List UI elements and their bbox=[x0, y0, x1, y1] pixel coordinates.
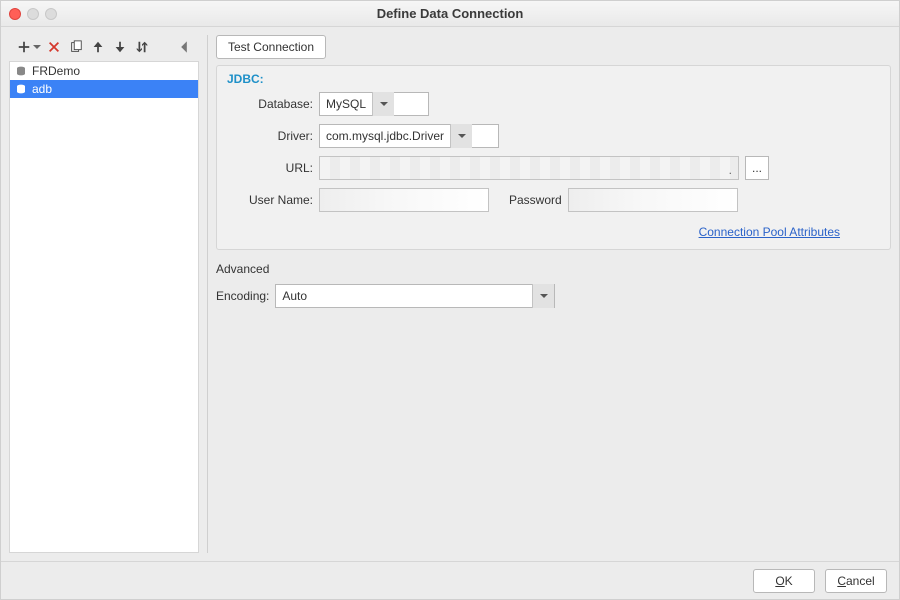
minimize-window-icon bbox=[27, 8, 39, 20]
ok-button[interactable]: OK bbox=[753, 569, 815, 593]
encoding-select[interactable]: Auto bbox=[275, 284, 555, 308]
add-dropdown-icon[interactable] bbox=[32, 37, 42, 57]
window-controls bbox=[9, 8, 57, 20]
test-connection-button[interactable]: Test Connection bbox=[216, 35, 326, 59]
url-input[interactable]: . bbox=[319, 156, 739, 180]
zoom-window-icon bbox=[45, 8, 57, 20]
sort-button[interactable] bbox=[132, 37, 152, 57]
url-more-button[interactable]: ... bbox=[745, 156, 769, 180]
move-up-button[interactable] bbox=[88, 37, 108, 57]
database-select-value: MySQL bbox=[326, 97, 366, 111]
list-item-label: FRDemo bbox=[32, 64, 80, 78]
right-panel: Test Connection JDBC: Database: MySQL Dr… bbox=[216, 35, 891, 553]
driver-select[interactable]: com.mysql.jdbc.Driver bbox=[319, 124, 499, 148]
url-label: URL: bbox=[227, 161, 313, 175]
cancel-button[interactable]: Cancel bbox=[825, 569, 887, 593]
database-select[interactable]: MySQL bbox=[319, 92, 429, 116]
delete-button[interactable] bbox=[44, 37, 64, 57]
username-label: User Name: bbox=[227, 193, 313, 207]
driver-select-value: com.mysql.jdbc.Driver bbox=[326, 129, 444, 143]
list-item[interactable]: FRDemo bbox=[10, 62, 198, 80]
connection-list[interactable]: FRDemo adb bbox=[9, 61, 199, 553]
driver-label: Driver: bbox=[227, 129, 313, 143]
username-input[interactable] bbox=[319, 188, 489, 212]
database-label: Database: bbox=[227, 97, 313, 111]
jdbc-section-title: JDBC: bbox=[227, 72, 880, 86]
add-button[interactable] bbox=[14, 37, 34, 57]
advanced-label: Advanced bbox=[216, 262, 891, 276]
jdbc-section: JDBC: Database: MySQL Driver: com.mysql.… bbox=[216, 65, 891, 250]
chevron-down-icon bbox=[372, 92, 394, 116]
dialog-body: FRDemo adb Test Connection JDBC: D bbox=[1, 27, 899, 561]
move-down-button[interactable] bbox=[110, 37, 130, 57]
chevron-down-icon bbox=[532, 284, 554, 308]
list-item-label: adb bbox=[32, 82, 52, 96]
window-title: Define Data Connection bbox=[57, 6, 843, 21]
connection-toolbar bbox=[9, 35, 199, 59]
copy-button[interactable] bbox=[66, 37, 86, 57]
list-item[interactable]: adb bbox=[10, 80, 198, 98]
password-label: Password bbox=[509, 193, 562, 207]
dialog-footer: OK Cancel bbox=[1, 561, 899, 599]
database-icon bbox=[16, 84, 26, 94]
left-panel: FRDemo adb bbox=[9, 35, 199, 553]
close-window-icon[interactable] bbox=[9, 8, 21, 20]
titlebar: Define Data Connection bbox=[1, 1, 899, 27]
panel-menu-icon[interactable] bbox=[174, 37, 194, 57]
encoding-label: Encoding: bbox=[216, 289, 269, 303]
chevron-down-icon bbox=[450, 124, 472, 148]
password-input[interactable] bbox=[568, 188, 738, 212]
splitter[interactable] bbox=[207, 35, 208, 553]
encoding-select-value: Auto bbox=[282, 289, 307, 303]
connection-pool-link[interactable]: Connection Pool Attributes bbox=[699, 225, 840, 239]
database-icon bbox=[16, 66, 26, 76]
dialog-window: Define Data Connection bbox=[0, 0, 900, 600]
